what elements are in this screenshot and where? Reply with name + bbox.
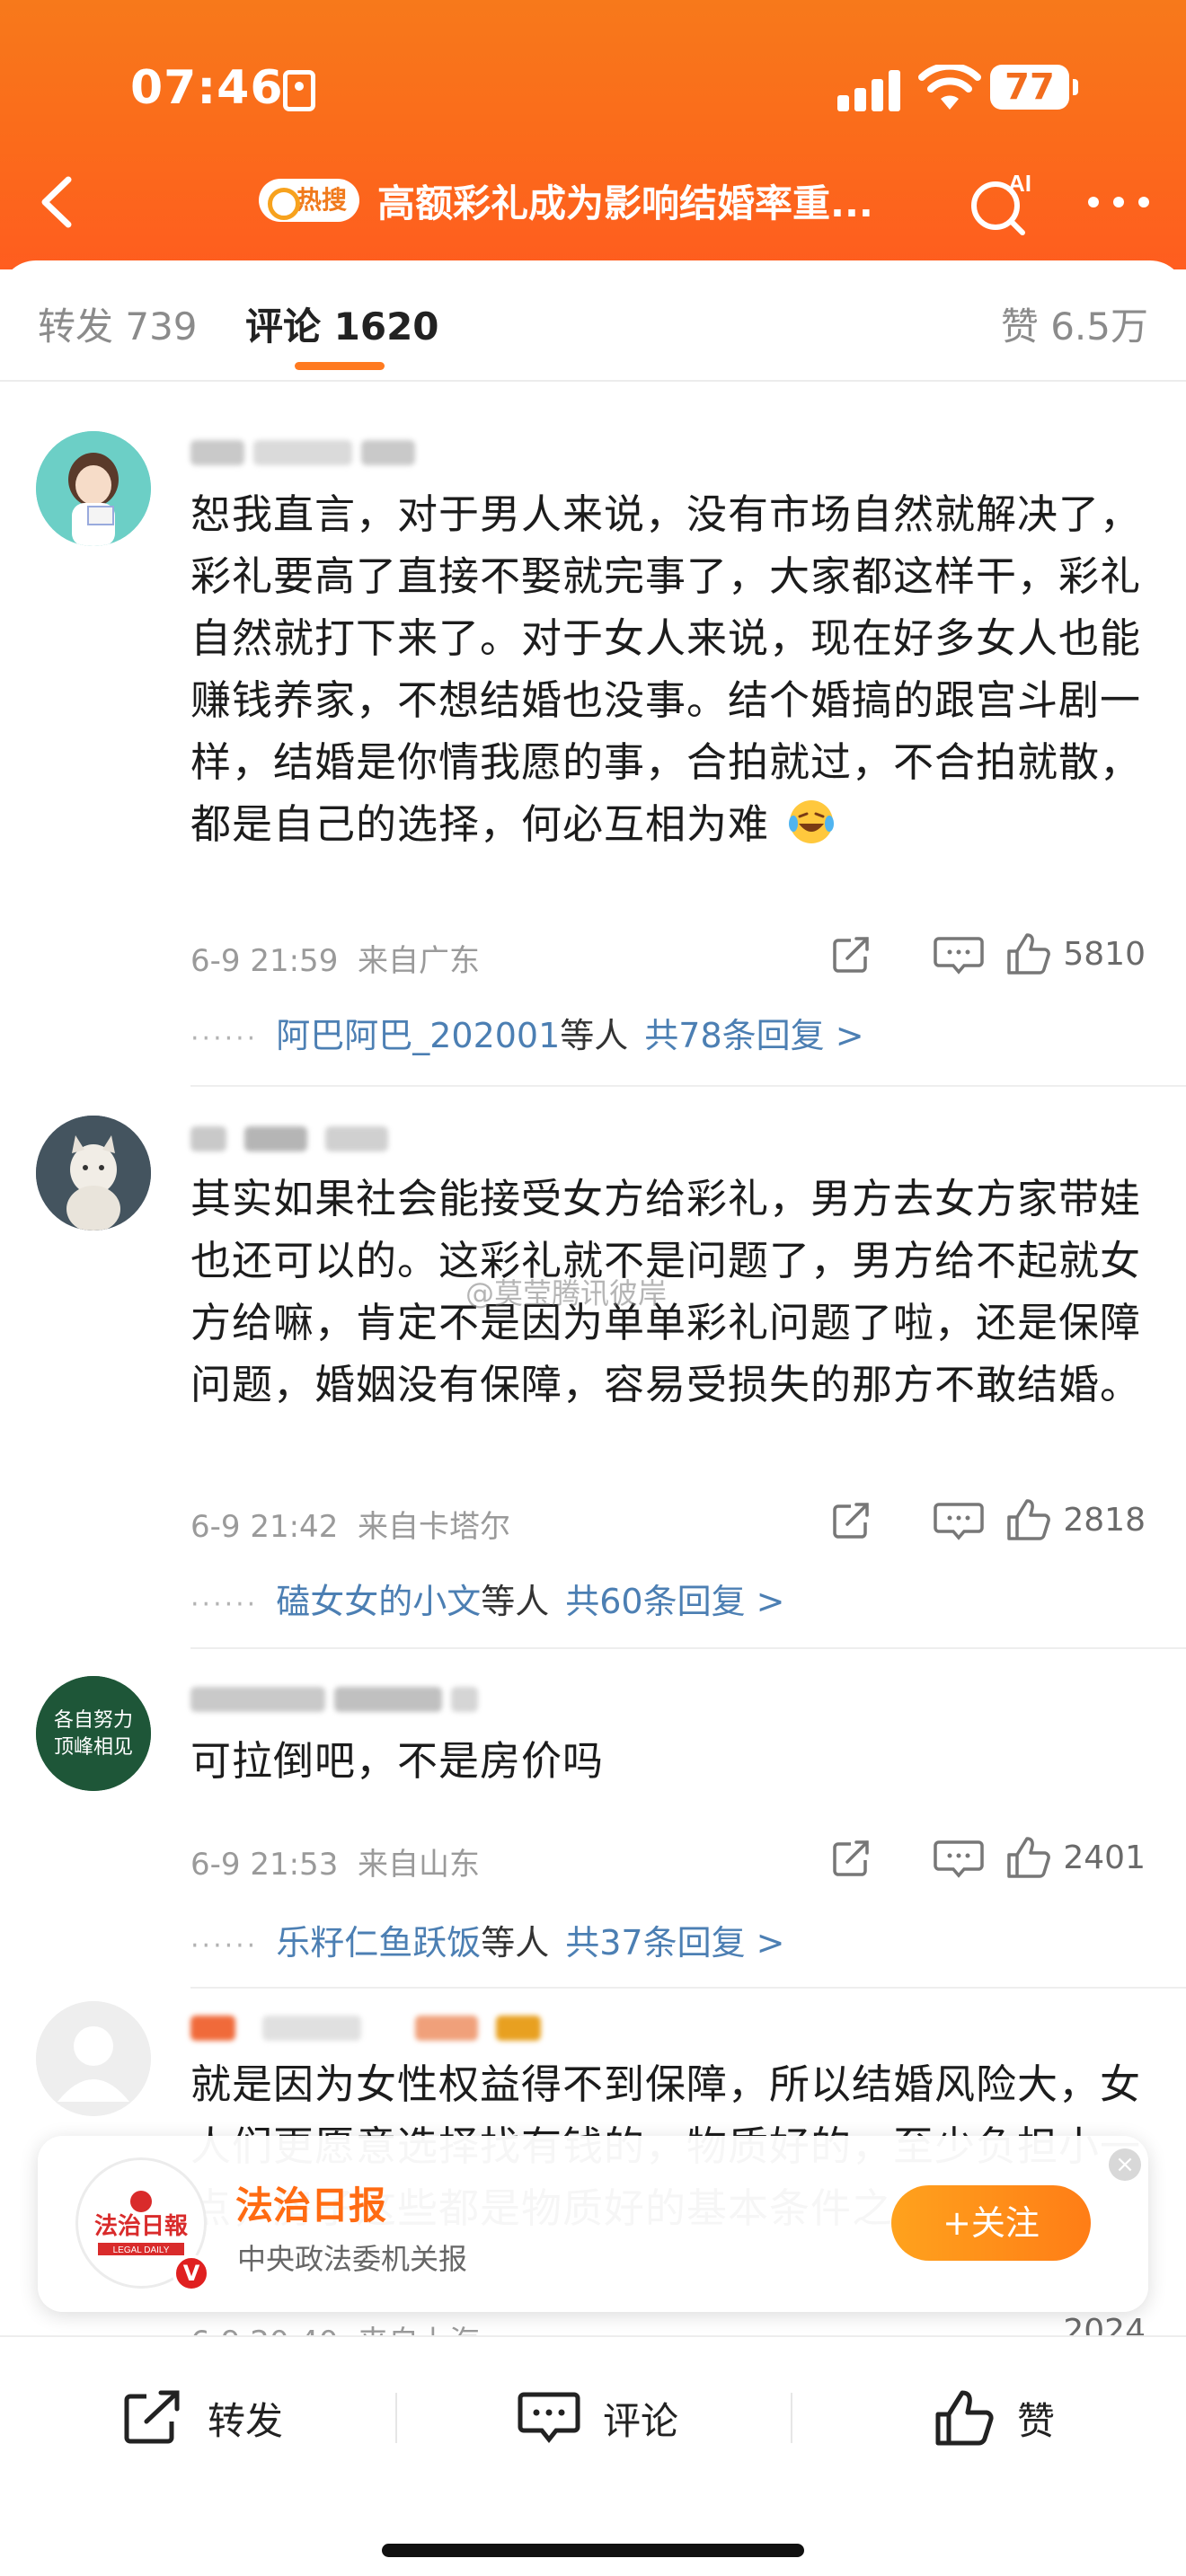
repost-button[interactable]: 转发	[121, 2382, 283, 2454]
reply-icon[interactable]	[912, 931, 1005, 976]
svg-text:各自努力: 各自努力	[54, 1709, 133, 1732]
username-blurred[interactable]	[190, 1119, 397, 1155]
comment-location: 来自广东	[357, 943, 480, 979]
avatar[interactable]	[36, 431, 151, 546]
avatar[interactable]: 各自努力 顶峰相见	[36, 1676, 151, 1791]
reply-user[interactable]: 磕女女的小文	[276, 1582, 481, 1621]
share-icon[interactable]	[819, 931, 912, 976]
svg-text:法治日報: 法治日報	[94, 2213, 189, 2240]
bottom-action-bar: 转发 评论 赞	[0, 2335, 1186, 2576]
ai-search-icon[interactable]: AI	[969, 168, 1040, 236]
like-label: 赞	[1017, 2398, 1056, 2443]
thumbs-up-icon[interactable]	[1005, 1497, 1052, 1542]
divider	[190, 1647, 1186, 1649]
topic-title[interactable]: 高额彩礼成为影响结婚率重...	[377, 173, 873, 228]
comment-time: 6-9 21:53	[190, 1847, 339, 1883]
thumbs-up-icon[interactable]	[1005, 1835, 1052, 1880]
comment-actions: 5810	[819, 931, 1146, 976]
comment-actions: 2401	[819, 1835, 1146, 1880]
like-button[interactable]: 赞	[934, 2382, 1055, 2454]
reply-summary[interactable]: ······ 磕女女的小文等人 共60条回复 >	[190, 1574, 785, 1623]
repost-icon	[124, 2390, 180, 2444]
laughing-crying-emoji	[789, 800, 835, 843]
close-icon[interactable]: ×	[1109, 2148, 1141, 2181]
thumbs-up-icon	[935, 2390, 994, 2446]
app-header: 07:46 77 热搜 高额彩礼成为影响结婚率重... AI	[0, 0, 1186, 269]
more-options-icon[interactable]	[1083, 184, 1155, 220]
thumbs-up-icon[interactable]	[1005, 931, 1052, 976]
separator	[395, 2393, 397, 2443]
like-count: 2401	[1063, 1839, 1146, 1876]
divider	[190, 1987, 1186, 1989]
share-icon[interactable]	[819, 1497, 912, 1542]
follow-popup: 法治日報 LEGAL DAILY V 法治日报 中央政法委机关报 +关注 ×	[38, 2136, 1148, 2312]
comment-meta: 6-9 21:42 来自卡塔尔	[190, 1502, 510, 1546]
comment-text: 恕我直言，对于男人来说，没有市场自然就解决了，彩礼要高了直接不娶就完事了，大家都…	[190, 490, 1142, 848]
comment-location: 来自山东	[357, 1847, 480, 1883]
account-name[interactable]: 法治日报	[235, 2175, 386, 2230]
reply-dots: ······	[190, 1930, 259, 1962]
nav-bar: 热搜 高额彩礼成为影响结婚率重... AI	[0, 157, 1186, 247]
id-badge-icon	[283, 70, 315, 111]
back-arrow-icon[interactable]	[27, 171, 90, 234]
battery-indicator: 77	[990, 65, 1078, 110]
comment-location: 来自卡塔尔	[357, 1509, 510, 1545]
reply-icon[interactable]	[912, 1497, 1005, 1542]
reply-count-link[interactable]: 共60条回复 >	[565, 1582, 784, 1621]
reply-user[interactable]: 阿巴阿巴_202001	[276, 1016, 560, 1055]
svg-text:AI: AI	[1008, 170, 1031, 197]
cellular-signal-icon	[837, 70, 902, 111]
share-icon[interactable]	[819, 1835, 912, 1880]
status-time: 07:46	[130, 61, 284, 115]
username-blurred[interactable]	[190, 2008, 550, 2044]
reply-icon[interactable]	[912, 1835, 1005, 1880]
tab-likes[interactable]: 赞 6.5万	[1001, 296, 1148, 351]
svg-text:LEGAL DAILY: LEGAL DAILY	[113, 2245, 170, 2255]
comment-text: 可拉倒吧，不是房价吗	[190, 1737, 605, 1785]
comment-time: 6-9 21:42	[190, 1509, 339, 1545]
repost-label: 转发	[208, 2398, 284, 2443]
reply-dots: ······	[190, 1589, 259, 1620]
separator	[791, 2393, 792, 2443]
follow-button[interactable]: +关注	[891, 2185, 1091, 2261]
divider	[190, 1085, 1186, 1087]
verified-badge-icon: V	[173, 2254, 210, 2292]
active-tab-indicator	[295, 362, 385, 370]
comment-actions: 2818	[819, 1497, 1146, 1542]
wifi-icon	[918, 65, 981, 110]
status-bar: 07:46 77	[0, 54, 1186, 126]
reply-count-link[interactable]: 共37条回复 >	[565, 1923, 784, 1963]
tab-repost[interactable]: 转发 739	[38, 296, 198, 351]
username-blurred[interactable]	[190, 1680, 487, 1716]
reply-dots: ······	[190, 1023, 259, 1054]
svg-text:顶峰相见: 顶峰相见	[54, 1736, 133, 1759]
like-count: 2818	[1063, 1501, 1146, 1539]
reply-count-link[interactable]: 共78条回复 >	[644, 1016, 863, 1055]
account-description: 中央政法委机关报	[237, 2242, 468, 2276]
comment-time: 6-9 21:59	[190, 943, 339, 979]
comment-label: 评论	[603, 2398, 679, 2443]
reply-summary[interactable]: ······ 阿巴阿巴_202001等人 共78条回复 >	[190, 1008, 864, 1057]
comment-icon	[518, 2392, 580, 2444]
home-indicator[interactable]	[382, 2544, 804, 2557]
hot-search-badge[interactable]: 热搜	[259, 179, 359, 222]
avatar[interactable]	[36, 2001, 151, 2116]
tab-bar: 转发 739 评论 1620 赞 6.5万	[0, 260, 1186, 382]
comment-button[interactable]: 评论	[517, 2382, 678, 2454]
comment-meta: 6-9 21:53 来自山东	[190, 1839, 480, 1883]
weibo-watermark: @莫莹腾讯彼岸	[465, 1276, 668, 1310]
reply-user[interactable]: 乐籽仁鱼跃饭	[276, 1923, 481, 1963]
avatar[interactable]	[36, 1116, 151, 1231]
like-count: 5810	[1063, 935, 1146, 973]
reply-summary[interactable]: ······ 乐籽仁鱼跃饭等人 共37条回复 >	[190, 1915, 785, 1964]
tab-comments[interactable]: 评论 1620	[245, 296, 439, 351]
username-blurred[interactable]	[190, 433, 424, 469]
comment-meta: 6-9 21:59 来自广东	[190, 936, 480, 980]
